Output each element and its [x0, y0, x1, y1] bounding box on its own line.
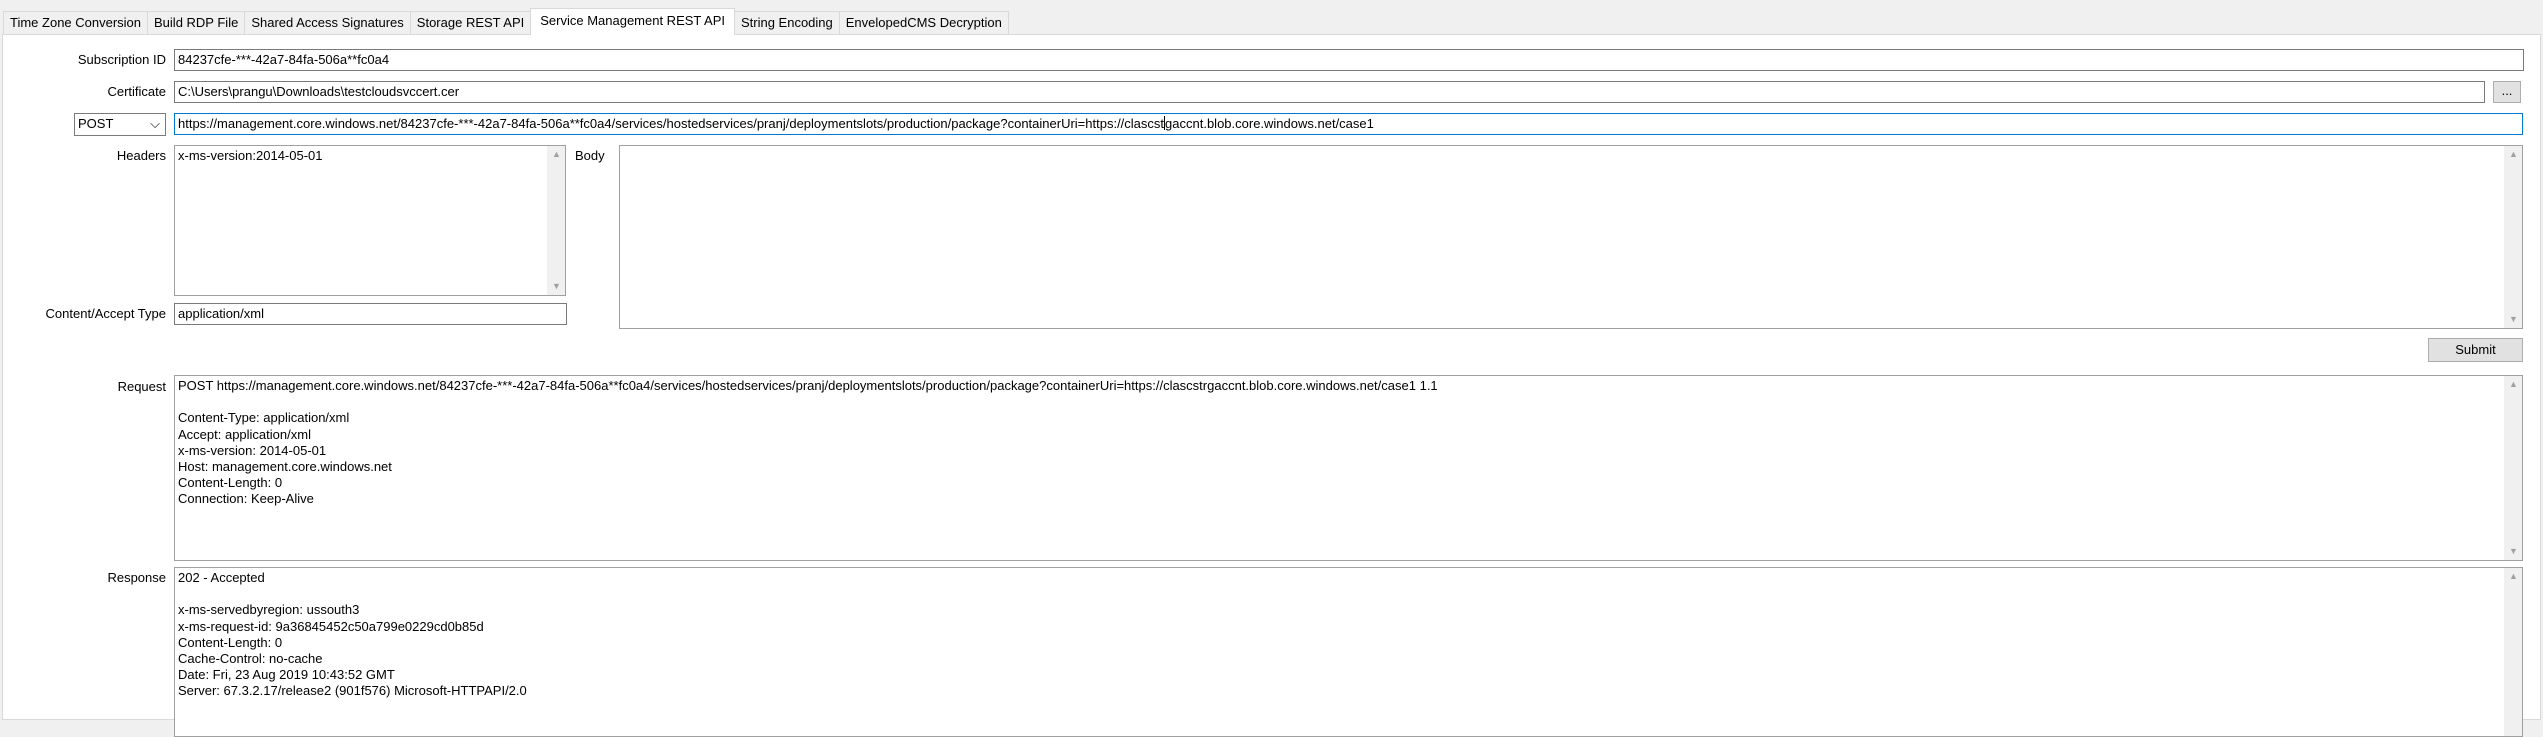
response-text: 202 - Accepted x-ms-servedbyregion: usso…	[178, 570, 527, 699]
http-method-value: POST	[78, 116, 114, 131]
response-textarea[interactable]: 202 - Accepted x-ms-servedbyregion: usso…	[174, 567, 2523, 737]
submit-button[interactable]: Submit	[2428, 338, 2523, 362]
subscription-id-field[interactable]: 84237cfe-***-42a7-84fa-506a**fc0a4	[174, 49, 2524, 71]
request-url-field[interactable]: https://management.core.windows.net/8423…	[174, 113, 2523, 135]
response-label: Response	[107, 570, 166, 585]
scroll-up-icon[interactable]: ▲	[2505, 146, 2522, 163]
certificate-label: Certificate	[107, 84, 166, 99]
body-scrollbar[interactable]: ▲ ▼	[2504, 146, 2522, 328]
chevron-down-icon: ⌵	[150, 116, 160, 131]
tab-shared-access-signatures[interactable]: Shared Access Signatures	[244, 11, 411, 34]
certificate-path-field[interactable]: C:\Users\prangu\Downloads\testcloudsvcce…	[174, 81, 2485, 103]
tab-strip: Time Zone Conversion Build RDP File Shar…	[3, 8, 1009, 35]
response-scrollbar[interactable]: ▲	[2504, 568, 2522, 736]
http-method-select[interactable]: POST ⌵	[74, 113, 166, 136]
body-textarea[interactable]: ▲ ▼	[619, 145, 2523, 329]
request-label: Request	[117, 379, 166, 394]
tab-build-rdp-file[interactable]: Build RDP File	[147, 11, 246, 34]
scroll-up-icon[interactable]: ▲	[548, 146, 565, 163]
tab-time-zone-conversion[interactable]: Time Zone Conversion	[3, 11, 149, 34]
request-scrollbar[interactable]: ▲ ▼	[2504, 376, 2522, 560]
request-textarea[interactable]: POST https://management.core.windows.net…	[174, 375, 2523, 561]
browse-certificate-button[interactable]: ...	[2493, 81, 2521, 103]
scroll-up-icon[interactable]: ▲	[2505, 376, 2522, 393]
tab-envelopedcms-decryption[interactable]: EnvelopedCMS Decryption	[838, 11, 1009, 34]
headers-text: x-ms-version:2014-05-01	[178, 148, 323, 163]
headers-textarea[interactable]: x-ms-version:2014-05-01 ▲ ▼	[174, 145, 566, 296]
tab-service-management-rest-api[interactable]: Service Management REST API	[530, 8, 735, 35]
request-url-text-end: gaccnt.blob.core.windows.net/case1	[1165, 116, 1374, 131]
tab-string-encoding[interactable]: String Encoding	[733, 11, 840, 34]
headers-scrollbar[interactable]: ▲ ▼	[547, 146, 565, 295]
request-text: POST https://management.core.windows.net…	[178, 378, 1438, 507]
tab-storage-rest-api[interactable]: Storage REST API	[409, 11, 532, 34]
scroll-up-icon[interactable]: ▲	[2505, 568, 2522, 585]
scroll-down-icon[interactable]: ▼	[548, 278, 565, 295]
content-type-field[interactable]: application/xml	[174, 303, 567, 325]
content-type-label: Content/Accept Type	[45, 306, 166, 321]
subscription-id-label: Subscription ID	[77, 52, 166, 67]
scroll-down-icon[interactable]: ▼	[2505, 311, 2522, 328]
scroll-down-icon[interactable]: ▼	[2505, 543, 2522, 560]
body-label: Body	[575, 148, 605, 163]
tab-panel: Subscription ID 84237cfe-***-42a7-84fa-5…	[2, 34, 2541, 737]
request-url-text-start: https://management.core.windows.net/8423…	[178, 116, 1165, 131]
headers-label: Headers	[116, 148, 166, 163]
